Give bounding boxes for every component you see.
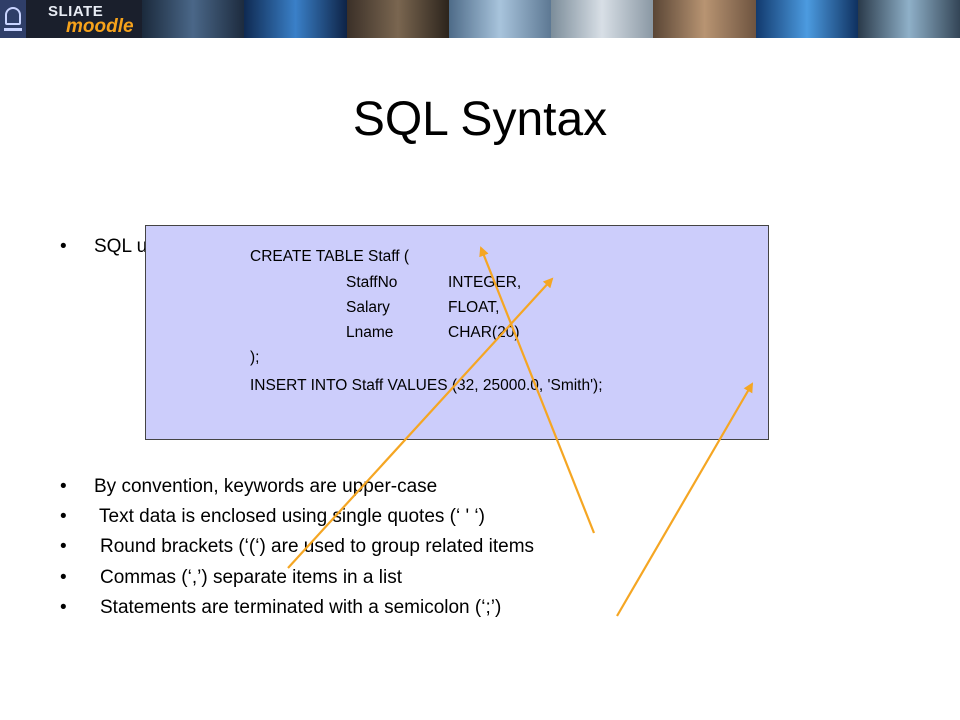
- annotation-arrows: [287, 246, 754, 617]
- arrow-quotes-to-smith: [287, 277, 554, 569]
- arrow-brackets-to-paren: [479, 246, 596, 534]
- arrow-semicolon-to-end: [616, 382, 754, 617]
